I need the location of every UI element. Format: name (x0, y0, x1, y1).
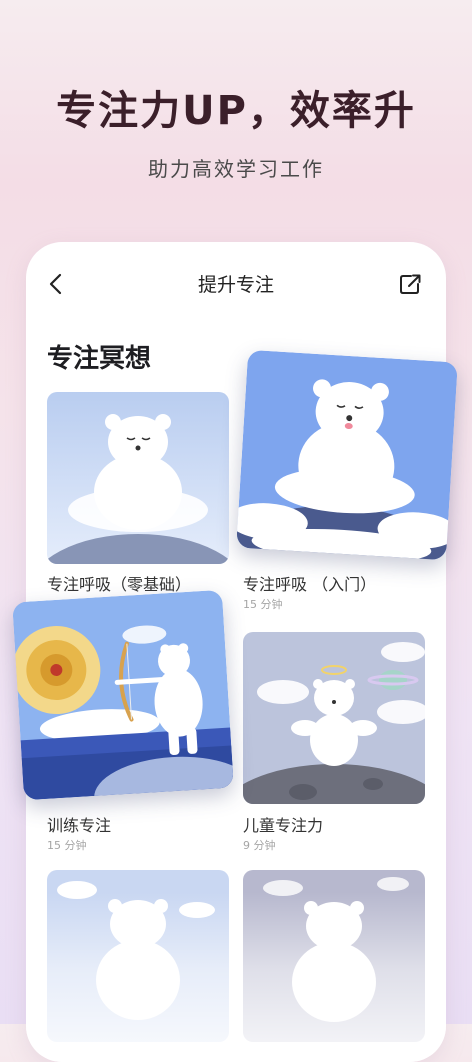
navbar: 提升专注 (26, 262, 446, 306)
page-title: 提升专注 (197, 274, 274, 296)
card-title: 专注呼吸 （入门） (243, 575, 377, 594)
card-duration: 9 分钟 (243, 839, 276, 852)
card-thumbnail (243, 632, 425, 804)
card-title: 专注呼吸（零基础） (47, 575, 192, 594)
card-duration: 15 分钟 (47, 839, 87, 852)
card-thumbnail (47, 392, 229, 564)
promo-subline: 助力高效学习工作 (148, 157, 324, 181)
card-duration: 15 分钟 (243, 598, 283, 611)
promo-headline: 专注力UP，效率升 (56, 88, 416, 134)
card-title: 训练专注 (47, 816, 112, 835)
card-thumbnail (236, 349, 458, 561)
list-fade-overlay (26, 892, 446, 1062)
archery-card-thumbnail[interactable] (12, 589, 234, 801)
section-title: 专注冥想 (47, 344, 152, 374)
card-title: 儿童专注力 (243, 816, 324, 835)
share-icon[interactable] (394, 268, 426, 300)
